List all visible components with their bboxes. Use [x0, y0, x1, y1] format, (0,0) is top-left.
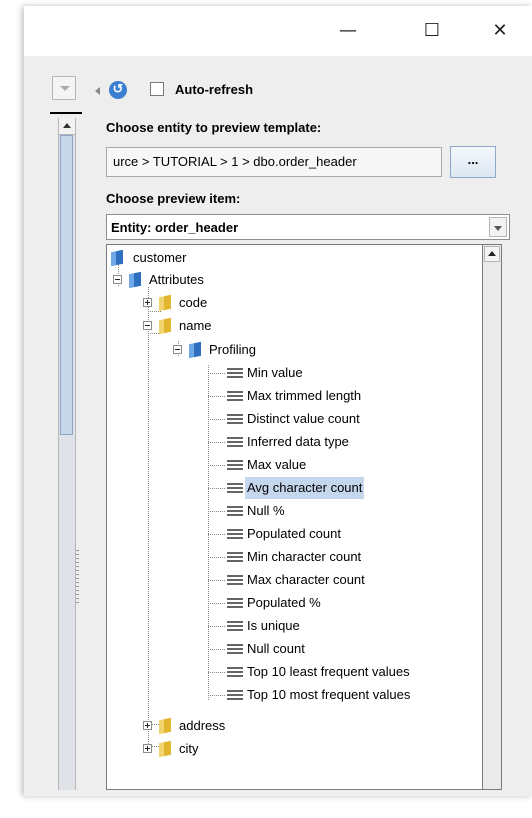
profiling-property-icon: [227, 690, 243, 700]
tree-node-label: Profiling: [209, 342, 256, 357]
scroll-thumb[interactable]: [60, 135, 73, 435]
attribute-folder-icon: [159, 717, 171, 735]
profiling-property-icon: [227, 368, 243, 378]
tree-node-label: Max character count: [247, 572, 365, 587]
tree-connector: [208, 695, 226, 696]
profiling-property-icon: [227, 437, 243, 447]
tree-connector: [208, 626, 226, 627]
minimize-button[interactable]: —: [328, 16, 368, 46]
tree-connector: [208, 365, 209, 701]
collapse-left-icon[interactable]: [95, 87, 100, 95]
left-combo-dropdown[interactable]: [52, 76, 76, 100]
tree-connector: [208, 649, 226, 650]
tree-node-label: Is unique: [247, 618, 300, 633]
profiling-property-icon: [227, 391, 243, 401]
tree-connector: [208, 580, 226, 581]
tree-node-label: code: [179, 295, 208, 310]
attribute-folder-icon: [159, 740, 171, 758]
chevron-down-icon: [60, 86, 70, 91]
title-bar: — ☐ ✕: [24, 6, 532, 56]
connector-arrow-icon: [50, 112, 82, 118]
preview-item-label: Choose preview item:: [106, 191, 241, 206]
refresh-icon[interactable]: ↺: [109, 81, 127, 99]
tree-connector: [148, 287, 149, 747]
profiling-property-icon: [227, 483, 243, 493]
tree-node-label: address: [179, 718, 226, 733]
tree-node-label: name: [179, 318, 212, 333]
profiling-property-icon: [227, 460, 243, 470]
tree-connector: [208, 534, 226, 535]
tree-connector: [208, 396, 226, 397]
tree-scrollbar[interactable]: [482, 244, 502, 790]
attribute-folder-icon: [159, 317, 171, 335]
splitter-grip[interactable]: [76, 550, 79, 605]
profiling-property-icon: [227, 621, 243, 631]
maximize-button[interactable]: ☐: [412, 16, 452, 46]
auto-refresh-label: Auto-refresh: [175, 82, 254, 97]
close-button[interactable]: ✕: [480, 16, 520, 46]
tree-node-label: Max value: [247, 457, 307, 472]
tree-node-label: Populated count: [247, 526, 341, 541]
tree-node-label: Populated %: [247, 595, 321, 610]
tree-connector: [208, 488, 226, 489]
entity-folder-icon: [111, 249, 123, 267]
tree-connector: [208, 419, 226, 420]
profiling-property-icon: [227, 667, 243, 677]
tree-node-label: Avg character count: [245, 477, 365, 499]
left-scrollbar[interactable]: [58, 118, 76, 790]
attribute-folder-icon: [159, 294, 171, 312]
browse-entity-button[interactable]: ...: [450, 146, 496, 178]
scroll-up-button[interactable]: [59, 118, 75, 135]
profiling-property-icon: [227, 598, 243, 608]
tree-node-label: city: [179, 741, 199, 756]
tree-node-label: customer: [133, 250, 187, 265]
preview-tree: customer Attributes code name Profiling …: [106, 244, 482, 790]
entity-label: Choose entity to preview template:: [106, 120, 322, 135]
expand-icon[interactable]: [143, 721, 152, 730]
profiling-property-icon: [227, 644, 243, 654]
tree-connector: [208, 557, 226, 558]
expand-icon[interactable]: [143, 298, 152, 307]
preview-item-value: Entity: order_header: [111, 220, 239, 235]
tree-node-label: Top 10 most frequent values: [247, 687, 411, 702]
tree-node-label: Top 10 least frequent values: [247, 664, 410, 679]
tree-connector: [208, 511, 226, 512]
tree-node-label: Min value: [247, 365, 303, 380]
profiling-property-icon: [227, 552, 243, 562]
tree-connector: [208, 465, 226, 466]
entity-path-field[interactable]: urce > TUTORIAL > 1 > dbo.order_header: [106, 147, 442, 177]
tree-node-label: Inferred data type: [247, 434, 349, 449]
tree-connector: [148, 311, 162, 312]
profiling-property-icon: [227, 575, 243, 585]
auto-refresh-checkbox[interactable]: [150, 82, 164, 96]
tree-connector: [208, 603, 226, 604]
scroll-up-button[interactable]: [484, 246, 500, 262]
expand-icon[interactable]: [143, 744, 152, 753]
tree-node-label: Attributes: [149, 272, 204, 287]
profiling-folder-icon: [189, 341, 201, 359]
tree-node-label: Distinct value count: [247, 411, 360, 426]
attributes-folder-icon: [129, 271, 141, 289]
tree-node-label: Max trimmed length: [247, 388, 362, 403]
tree-connector: [208, 672, 226, 673]
collapse-icon[interactable]: [143, 321, 152, 330]
tree-connector: [208, 373, 226, 374]
left-pane: [24, 76, 76, 790]
collapse-icon[interactable]: [113, 275, 122, 284]
tree-node-label: Null %: [247, 503, 285, 518]
chevron-down-icon[interactable]: [489, 217, 507, 237]
collapse-icon[interactable]: [173, 345, 182, 354]
preview-item-select[interactable]: Entity: order_header: [106, 214, 510, 240]
profiling-property-icon: [227, 506, 243, 516]
profiling-property-icon: [227, 414, 243, 424]
tree-node-label: Null count: [247, 641, 305, 656]
tree-node-label: Min character count: [247, 549, 362, 564]
tree-connector: [208, 442, 226, 443]
profiling-property-icon: [227, 529, 243, 539]
